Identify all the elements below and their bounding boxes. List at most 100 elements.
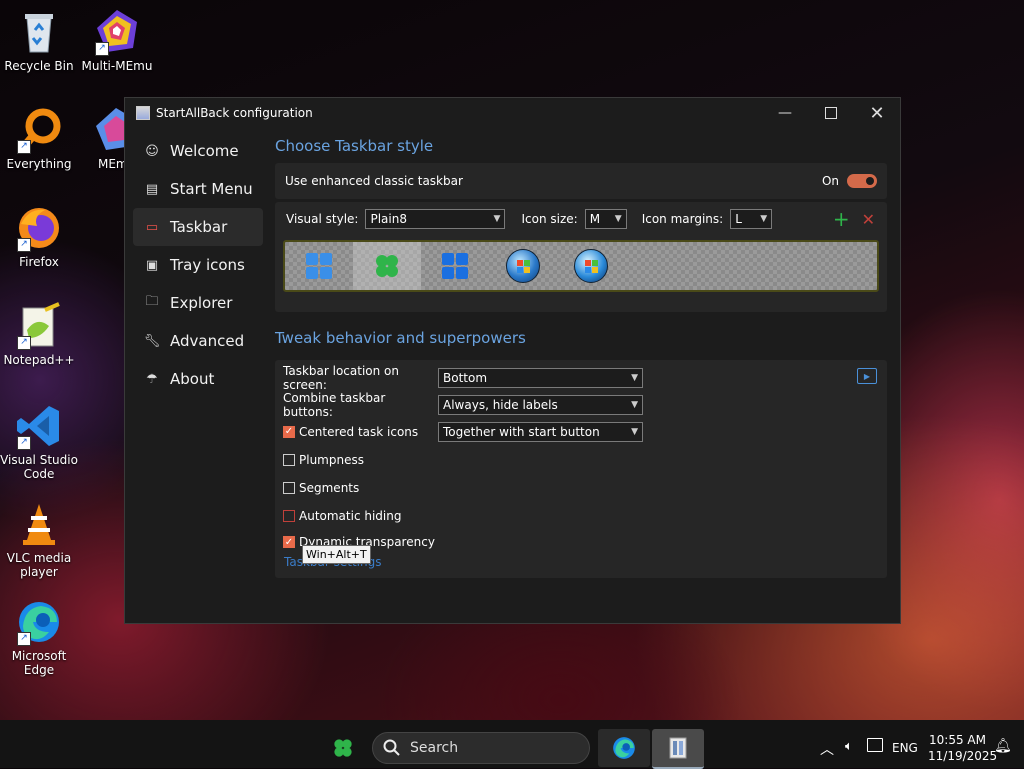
add-style-icon[interactable]: + bbox=[833, 207, 850, 231]
nav-label: About bbox=[170, 370, 215, 388]
autohide-label: Automatic hiding bbox=[299, 508, 402, 523]
start-style-vista[interactable] bbox=[557, 242, 625, 290]
network-icon[interactable] bbox=[867, 738, 883, 752]
centered-icons-option[interactable]: ✓ Centered task icons bbox=[283, 425, 438, 439]
about-icon: ☂ bbox=[146, 371, 158, 387]
nav-item-tray-icons[interactable]: ▣ Tray icons bbox=[133, 246, 263, 284]
vlc-icon bbox=[15, 500, 63, 548]
nav-label: Explorer bbox=[170, 294, 233, 312]
desktop-icon-vscode[interactable]: ↗ Visual Studio Code bbox=[0, 402, 78, 481]
notepadpp-icon: ↗ bbox=[15, 302, 63, 350]
desktop-icon-multi-memu[interactable]: ↗ Multi-MEmu bbox=[78, 8, 156, 73]
taskbar-settings-link[interactable]: Taskbar settings bbox=[284, 555, 879, 569]
autohide-checkbox[interactable] bbox=[283, 509, 295, 522]
enhanced-taskbar-row[interactable]: Use enhanced classic taskbar On bbox=[275, 163, 887, 199]
edge-icon bbox=[613, 737, 635, 759]
nav-item-about[interactable]: ☂ About bbox=[133, 360, 263, 398]
firefox-icon: ↗ bbox=[15, 204, 63, 252]
remove-style-icon[interactable]: ✕ bbox=[862, 210, 875, 229]
taskbar-app-edge[interactable] bbox=[598, 729, 650, 767]
desktop-icon-everything[interactable]: ↗ Everything bbox=[0, 106, 78, 171]
icon-margins-label: Icon margins: bbox=[641, 212, 724, 226]
autohide-option[interactable]: Automatic hiding bbox=[283, 502, 879, 529]
nav-label: Advanced bbox=[170, 332, 245, 350]
tray-overflow-chevron-icon[interactable]: ︿ bbox=[820, 739, 834, 759]
location-select[interactable]: Bottom ▼ bbox=[438, 367, 643, 388]
start-button[interactable] bbox=[326, 729, 360, 767]
chevron-down-icon: ▼ bbox=[760, 214, 768, 224]
volume-muted-icon[interactable]: 🔈︎ bbox=[845, 739, 853, 754]
start-menu-icon: ▤ bbox=[145, 181, 159, 197]
nav-label: Start Menu bbox=[170, 180, 253, 198]
visual-style-value: Plain8 bbox=[370, 212, 407, 226]
taskbar-app-startallback[interactable] bbox=[652, 729, 704, 769]
desktop-icon-memu[interactable]: MEm bbox=[78, 106, 124, 171]
start-style-win10[interactable] bbox=[421, 242, 489, 290]
desktop-icon-label: Visual Studio Code bbox=[0, 453, 78, 481]
nav-item-explorer[interactable]: 🗀 Explorer bbox=[133, 284, 263, 322]
start-style-win7[interactable] bbox=[489, 242, 557, 290]
desktop-icon-vlc[interactable]: VLC media player bbox=[0, 500, 78, 579]
nav-label: Taskbar bbox=[170, 218, 228, 236]
segments-option[interactable]: Segments bbox=[283, 474, 879, 501]
minimize-button[interactable]: — bbox=[762, 98, 808, 128]
desktop-icon-recycle-bin[interactable]: Recycle Bin bbox=[0, 8, 78, 73]
start-style-clover[interactable] bbox=[353, 242, 421, 290]
startallback-window: StartAllBack configuration — ✕ ☺ Welcome… bbox=[124, 97, 901, 624]
clover-start-icon bbox=[334, 739, 352, 757]
icon-size-label: Icon size: bbox=[521, 212, 578, 226]
desktop-icon-label: MEm bbox=[98, 157, 124, 171]
nav-item-taskbar[interactable]: ▭ Taskbar bbox=[133, 208, 263, 246]
chevron-down-icon: ▼ bbox=[493, 214, 501, 224]
visual-style-select[interactable]: Plain8 ▼ bbox=[365, 209, 506, 229]
centered-icons-select[interactable]: Together with start button ▼ bbox=[438, 421, 643, 442]
maximize-button[interactable] bbox=[808, 98, 854, 128]
icon-size-value: M bbox=[589, 212, 601, 226]
nav-item-welcome[interactable]: ☺ Welcome bbox=[133, 132, 263, 170]
tray-icon: ▣ bbox=[145, 257, 159, 273]
taskbar-style-preview[interactable] bbox=[283, 240, 879, 292]
desktop-icon-label: VLC media player bbox=[6, 551, 72, 579]
shortcut-arrow-icon: ↗ bbox=[17, 140, 31, 154]
clock-date: 11/19/2025 bbox=[928, 749, 998, 763]
shortcut-arrow-icon: ↗ bbox=[17, 436, 31, 450]
nav-item-start-menu[interactable]: ▤ Start Menu bbox=[133, 170, 263, 208]
plumpness-option[interactable]: Plumpness bbox=[283, 446, 879, 473]
nav-label: Welcome bbox=[170, 142, 239, 160]
clock[interactable]: 10:55 AM 11/19/2025 bbox=[928, 732, 998, 764]
segments-label: Segments bbox=[299, 480, 360, 495]
transparency-checkbox[interactable]: ✓ bbox=[283, 536, 295, 548]
desktop-icon-firefox[interactable]: ↗ Firefox bbox=[0, 204, 78, 269]
language-indicator[interactable]: ENG bbox=[892, 741, 918, 755]
startallback-app-icon bbox=[669, 737, 687, 759]
desktop-icon-label: Recycle Bin bbox=[4, 59, 74, 73]
taskbar-search-box[interactable]: Search bbox=[372, 732, 590, 764]
title-bar[interactable]: StartAllBack configuration — ✕ bbox=[125, 98, 900, 128]
transparency-option[interactable]: ✓ Dynamic transparency bbox=[283, 529, 879, 555]
chevron-down-icon: ▼ bbox=[614, 214, 622, 224]
chevron-down-icon: ▼ bbox=[631, 399, 638, 410]
close-button[interactable]: ✕ bbox=[854, 98, 900, 128]
desktop-icon-notepadpp[interactable]: ↗ Notepad++ bbox=[0, 302, 78, 367]
desktop-icon-label: Everything bbox=[6, 157, 72, 171]
desktop-icon-edge[interactable]: ↗ Microsoft Edge bbox=[0, 598, 78, 677]
taskbar-settings-content: Choose Taskbar style Use enhanced classi… bbox=[275, 132, 887, 578]
notification-bell-icon[interactable]: 🔔︎ bbox=[994, 738, 1012, 754]
video-help-icon[interactable]: ▶ bbox=[857, 368, 877, 384]
combine-select[interactable]: Always, hide labels ▼ bbox=[438, 394, 643, 415]
centered-icons-checkbox[interactable]: ✓ bbox=[283, 425, 295, 438]
icon-size-select[interactable]: M ▼ bbox=[584, 209, 627, 229]
segments-checkbox[interactable] bbox=[283, 481, 295, 494]
desktop-icon-label: Multi-MEmu bbox=[81, 59, 153, 73]
wrench-icon: 🔧︎ bbox=[143, 333, 161, 349]
icon-margins-select[interactable]: L ▼ bbox=[730, 209, 773, 229]
start-style-win11[interactable] bbox=[285, 242, 353, 290]
desktop-icon-label: Firefox bbox=[19, 255, 59, 269]
search-icon bbox=[383, 739, 400, 756]
plumpness-checkbox[interactable] bbox=[283, 453, 295, 466]
desktop-icon-label: Notepad++ bbox=[3, 353, 75, 367]
enhanced-taskbar-toggle[interactable] bbox=[847, 174, 877, 188]
nav-item-advanced[interactable]: 🔧︎ Advanced bbox=[133, 322, 263, 360]
desktop-icon-label: Microsoft Edge bbox=[11, 649, 67, 677]
shortcut-arrow-icon: ↗ bbox=[95, 42, 109, 56]
